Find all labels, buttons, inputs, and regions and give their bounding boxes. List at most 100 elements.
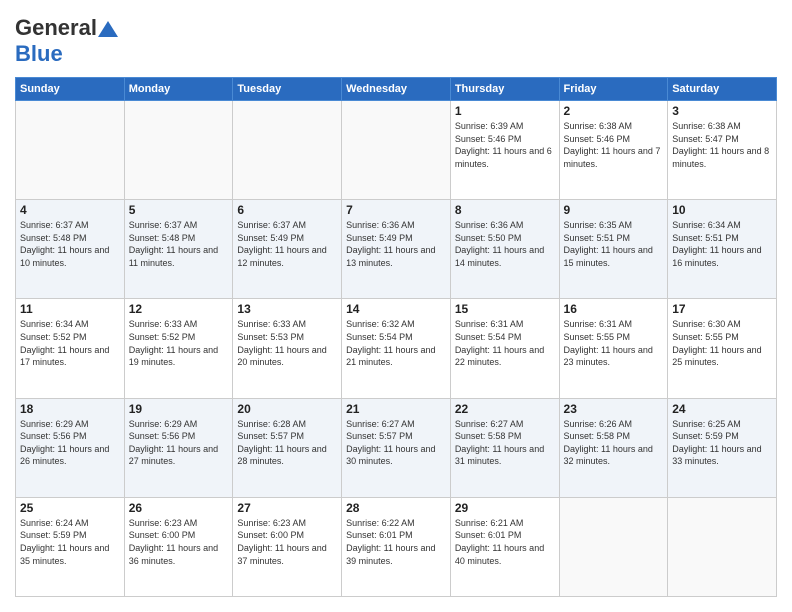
calendar-cell bbox=[668, 497, 777, 596]
calendar-cell: 4 Sunrise: 6:37 AM Sunset: 5:48 PM Daylig… bbox=[16, 200, 125, 299]
day-number: 3 bbox=[672, 104, 772, 118]
calendar-week-row: 25 Sunrise: 6:24 AM Sunset: 5:59 PM Dayli… bbox=[16, 497, 777, 596]
day-info: Sunrise: 6:37 AM Sunset: 5:48 PM Dayligh… bbox=[20, 219, 120, 269]
calendar-cell: 2 Sunrise: 6:38 AM Sunset: 5:46 PM Daylig… bbox=[559, 101, 668, 200]
day-number: 14 bbox=[346, 302, 446, 316]
day-number: 13 bbox=[237, 302, 337, 316]
calendar-week-row: 4 Sunrise: 6:37 AM Sunset: 5:48 PM Daylig… bbox=[16, 200, 777, 299]
calendar-cell: 3 Sunrise: 6:38 AM Sunset: 5:47 PM Daylig… bbox=[668, 101, 777, 200]
day-of-week-header: Tuesday bbox=[233, 78, 342, 101]
calendar-cell: 17 Sunrise: 6:30 AM Sunset: 5:55 PM Dayli… bbox=[668, 299, 777, 398]
day-info: Sunrise: 6:35 AM Sunset: 5:51 PM Dayligh… bbox=[564, 219, 664, 269]
day-info: Sunrise: 6:32 AM Sunset: 5:54 PM Dayligh… bbox=[346, 318, 446, 368]
day-info: Sunrise: 6:37 AM Sunset: 5:48 PM Dayligh… bbox=[129, 219, 229, 269]
day-info: Sunrise: 6:36 AM Sunset: 5:49 PM Dayligh… bbox=[346, 219, 446, 269]
day-info: Sunrise: 6:27 AM Sunset: 5:58 PM Dayligh… bbox=[455, 418, 555, 468]
day-number: 21 bbox=[346, 402, 446, 416]
day-info: Sunrise: 6:28 AM Sunset: 5:57 PM Dayligh… bbox=[237, 418, 337, 468]
day-number: 26 bbox=[129, 501, 229, 515]
day-info: Sunrise: 6:34 AM Sunset: 5:52 PM Dayligh… bbox=[20, 318, 120, 368]
day-number: 15 bbox=[455, 302, 555, 316]
day-of-week-header: Monday bbox=[124, 78, 233, 101]
day-info: Sunrise: 6:38 AM Sunset: 5:47 PM Dayligh… bbox=[672, 120, 772, 170]
calendar-cell: 10 Sunrise: 6:34 AM Sunset: 5:51 PM Dayli… bbox=[668, 200, 777, 299]
day-info: Sunrise: 6:26 AM Sunset: 5:58 PM Dayligh… bbox=[564, 418, 664, 468]
day-info: Sunrise: 6:23 AM Sunset: 6:00 PM Dayligh… bbox=[237, 517, 337, 567]
calendar-cell: 8Sunrise: 6:36 AM Sunset: 5:50 PM Daylig… bbox=[450, 200, 559, 299]
calendar-cell bbox=[559, 497, 668, 596]
calendar-cell: 29Sunrise: 6:21 AM Sunset: 6:01 PM Dayli… bbox=[450, 497, 559, 596]
day-number: 27 bbox=[237, 501, 337, 515]
day-info: Sunrise: 6:22 AM Sunset: 6:01 PM Dayligh… bbox=[346, 517, 446, 567]
calendar-cell: 27 Sunrise: 6:23 AM Sunset: 6:00 PM Dayli… bbox=[233, 497, 342, 596]
day-of-week-header: Friday bbox=[559, 78, 668, 101]
day-info: Sunrise: 6:33 AM Sunset: 5:52 PM Dayligh… bbox=[129, 318, 229, 368]
page-header: General Blue bbox=[15, 15, 777, 67]
day-number: 5 bbox=[129, 203, 229, 217]
calendar-cell: 9 Sunrise: 6:35 AM Sunset: 5:51 PM Daylig… bbox=[559, 200, 668, 299]
calendar-cell: 13 Sunrise: 6:33 AM Sunset: 5:53 PM Dayli… bbox=[233, 299, 342, 398]
day-number: 2 bbox=[564, 104, 664, 118]
calendar-cell: 21 Sunrise: 6:27 AM Sunset: 5:57 PM Dayli… bbox=[342, 398, 451, 497]
calendar-cell: 18Sunrise: 6:29 AM Sunset: 5:56 PM Dayli… bbox=[16, 398, 125, 497]
day-info: Sunrise: 6:24 AM Sunset: 5:59 PM Dayligh… bbox=[20, 517, 120, 567]
calendar-table: SundayMondayTuesdayWednesdayThursdayFrid… bbox=[15, 77, 777, 597]
day-info: Sunrise: 6:31 AM Sunset: 5:54 PM Dayligh… bbox=[455, 318, 555, 368]
day-info: Sunrise: 6:29 AM Sunset: 5:56 PM Dayligh… bbox=[20, 418, 120, 468]
day-info: Sunrise: 6:34 AM Sunset: 5:51 PM Dayligh… bbox=[672, 219, 772, 269]
calendar-cell: 22 Sunrise: 6:27 AM Sunset: 5:58 PM Dayli… bbox=[450, 398, 559, 497]
calendar-week-row: 11 Sunrise: 6:34 AM Sunset: 5:52 PM Dayli… bbox=[16, 299, 777, 398]
day-number: 20 bbox=[237, 402, 337, 416]
day-number: 22 bbox=[455, 402, 555, 416]
day-number: 17 bbox=[672, 302, 772, 316]
day-number: 6 bbox=[237, 203, 337, 217]
calendar-cell: 1Sunrise: 6:39 AM Sunset: 5:46 PM Daylig… bbox=[450, 101, 559, 200]
day-number: 7 bbox=[346, 203, 446, 217]
calendar-cell: 25 Sunrise: 6:24 AM Sunset: 5:59 PM Dayli… bbox=[16, 497, 125, 596]
logo-blue-text: Blue bbox=[15, 41, 63, 66]
day-number: 23 bbox=[564, 402, 664, 416]
calendar-cell: 11 Sunrise: 6:34 AM Sunset: 5:52 PM Dayli… bbox=[16, 299, 125, 398]
calendar-cell: 20 Sunrise: 6:28 AM Sunset: 5:57 PM Dayli… bbox=[233, 398, 342, 497]
day-info: Sunrise: 6:23 AM Sunset: 6:00 PM Dayligh… bbox=[129, 517, 229, 567]
day-of-week-header: Saturday bbox=[668, 78, 777, 101]
day-info: Sunrise: 6:33 AM Sunset: 5:53 PM Dayligh… bbox=[237, 318, 337, 368]
calendar-cell: 24Sunrise: 6:25 AM Sunset: 5:59 PM Dayli… bbox=[668, 398, 777, 497]
day-number: 16 bbox=[564, 302, 664, 316]
day-number: 4 bbox=[20, 203, 120, 217]
calendar-cell: 23 Sunrise: 6:26 AM Sunset: 5:58 PM Dayli… bbox=[559, 398, 668, 497]
logo-text: General bbox=[15, 15, 119, 41]
day-number: 8 bbox=[455, 203, 555, 217]
day-number: 24 bbox=[672, 402, 772, 416]
day-number: 11 bbox=[20, 302, 120, 316]
day-info: Sunrise: 6:27 AM Sunset: 5:57 PM Dayligh… bbox=[346, 418, 446, 468]
calendar-cell: 5 Sunrise: 6:37 AM Sunset: 5:48 PM Daylig… bbox=[124, 200, 233, 299]
calendar-cell: 26 Sunrise: 6:23 AM Sunset: 6:00 PM Dayli… bbox=[124, 497, 233, 596]
calendar-cell: 7 Sunrise: 6:36 AM Sunset: 5:49 PM Daylig… bbox=[342, 200, 451, 299]
calendar-cell: 14 Sunrise: 6:32 AM Sunset: 5:54 PM Dayli… bbox=[342, 299, 451, 398]
day-info: Sunrise: 6:30 AM Sunset: 5:55 PM Dayligh… bbox=[672, 318, 772, 368]
calendar-cell: 19Sunrise: 6:29 AM Sunset: 5:56 PM Dayli… bbox=[124, 398, 233, 497]
day-number: 10 bbox=[672, 203, 772, 217]
logo-icon bbox=[98, 21, 118, 37]
day-info: Sunrise: 6:37 AM Sunset: 5:49 PM Dayligh… bbox=[237, 219, 337, 269]
day-of-week-header: Thursday bbox=[450, 78, 559, 101]
day-info: Sunrise: 6:31 AM Sunset: 5:55 PM Dayligh… bbox=[564, 318, 664, 368]
calendar-cell: 15 Sunrise: 6:31 AM Sunset: 5:54 PM Dayli… bbox=[450, 299, 559, 398]
day-of-week-header: Sunday bbox=[16, 78, 125, 101]
day-number: 9 bbox=[564, 203, 664, 217]
calendar-cell bbox=[233, 101, 342, 200]
day-number: 25 bbox=[20, 501, 120, 515]
day-number: 19 bbox=[129, 402, 229, 416]
calendar-week-row: 1Sunrise: 6:39 AM Sunset: 5:46 PM Daylig… bbox=[16, 101, 777, 200]
calendar-cell bbox=[124, 101, 233, 200]
calendar-cell bbox=[16, 101, 125, 200]
day-of-week-header: Wednesday bbox=[342, 78, 451, 101]
calendar-week-row: 18Sunrise: 6:29 AM Sunset: 5:56 PM Dayli… bbox=[16, 398, 777, 497]
logo: General Blue bbox=[15, 15, 119, 67]
day-info: Sunrise: 6:39 AM Sunset: 5:46 PM Dayligh… bbox=[455, 120, 555, 170]
day-number: 29 bbox=[455, 501, 555, 515]
calendar-cell bbox=[342, 101, 451, 200]
day-number: 12 bbox=[129, 302, 229, 316]
day-info: Sunrise: 6:38 AM Sunset: 5:46 PM Dayligh… bbox=[564, 120, 664, 170]
